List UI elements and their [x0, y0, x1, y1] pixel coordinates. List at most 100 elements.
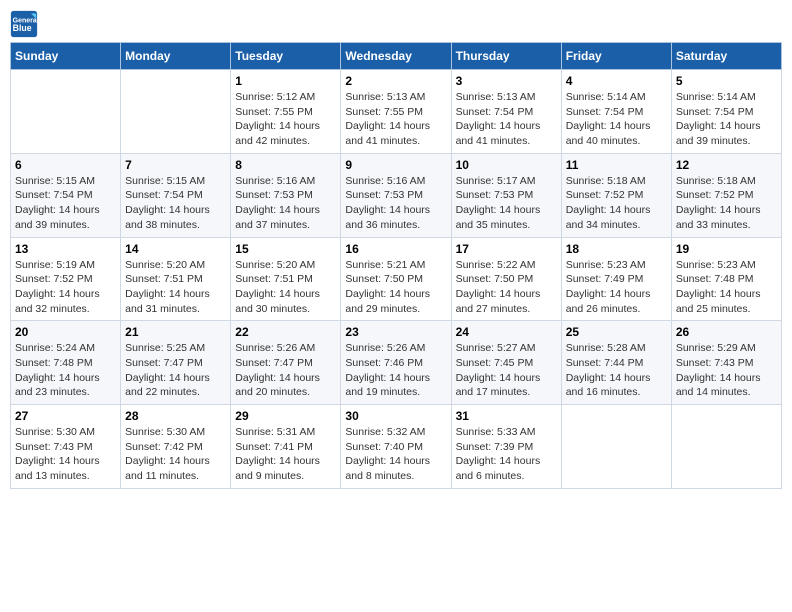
day-number: 22 — [235, 325, 336, 339]
svg-text:Blue: Blue — [13, 23, 32, 33]
day-info: Sunrise: 5:27 AMSunset: 7:45 PMDaylight:… — [456, 341, 557, 400]
calendar-cell: 11 Sunrise: 5:18 AMSunset: 7:52 PMDayligh… — [561, 153, 671, 237]
calendar-cell: 27 Sunrise: 5:30 AMSunset: 7:43 PMDayligh… — [11, 405, 121, 489]
calendar-cell: 22 Sunrise: 5:26 AMSunset: 7:47 PMDayligh… — [231, 321, 341, 405]
day-info: Sunrise: 5:14 AMSunset: 7:54 PMDaylight:… — [676, 90, 777, 149]
day-info: Sunrise: 5:23 AMSunset: 7:49 PMDaylight:… — [566, 258, 667, 317]
day-number: 14 — [125, 242, 226, 256]
day-number: 6 — [15, 158, 116, 172]
week-row-4: 20 Sunrise: 5:24 AMSunset: 7:48 PMDayligh… — [11, 321, 782, 405]
col-header-thursday: Thursday — [451, 43, 561, 70]
day-info: Sunrise: 5:32 AMSunset: 7:40 PMDaylight:… — [345, 425, 446, 484]
day-number: 19 — [676, 242, 777, 256]
day-number: 23 — [345, 325, 446, 339]
day-number: 4 — [566, 74, 667, 88]
day-info: Sunrise: 5:25 AMSunset: 7:47 PMDaylight:… — [125, 341, 226, 400]
day-info: Sunrise: 5:17 AMSunset: 7:53 PMDaylight:… — [456, 174, 557, 233]
day-info: Sunrise: 5:16 AMSunset: 7:53 PMDaylight:… — [235, 174, 336, 233]
day-number: 31 — [456, 409, 557, 423]
day-info: Sunrise: 5:23 AMSunset: 7:48 PMDaylight:… — [676, 258, 777, 317]
day-number: 11 — [566, 158, 667, 172]
calendar-cell: 14Sunrise: 5:20 AMSunset: 7:51 PMDayligh… — [121, 237, 231, 321]
day-info: Sunrise: 5:28 AMSunset: 7:44 PMDaylight:… — [566, 341, 667, 400]
week-row-3: 13 Sunrise: 5:19 AMSunset: 7:52 PMDayligh… — [11, 237, 782, 321]
day-number: 25 — [566, 325, 667, 339]
day-number: 16 — [345, 242, 446, 256]
day-info: Sunrise: 5:14 AMSunset: 7:54 PMDaylight:… — [566, 90, 667, 149]
day-number: 30 — [345, 409, 446, 423]
day-info: Sunrise: 5:19 AMSunset: 7:52 PMDaylight:… — [15, 258, 116, 317]
col-header-wednesday: Wednesday — [341, 43, 451, 70]
day-info: Sunrise: 5:13 AMSunset: 7:55 PMDaylight:… — [345, 90, 446, 149]
day-number: 8 — [235, 158, 336, 172]
calendar-cell: 3 Sunrise: 5:13 AMSunset: 7:54 PMDaylight… — [451, 70, 561, 154]
day-number: 21 — [125, 325, 226, 339]
header-top: General Blue — [10, 10, 782, 38]
calendar-cell: 13 Sunrise: 5:19 AMSunset: 7:52 PMDayligh… — [11, 237, 121, 321]
calendar-cell: 15Sunrise: 5:20 AMSunset: 7:51 PMDayligh… — [231, 237, 341, 321]
day-info: Sunrise: 5:24 AMSunset: 7:48 PMDaylight:… — [15, 341, 116, 400]
day-info: Sunrise: 5:13 AMSunset: 7:54 PMDaylight:… — [456, 90, 557, 149]
week-row-2: 6 Sunrise: 5:15 AMSunset: 7:54 PMDaylight… — [11, 153, 782, 237]
day-info: Sunrise: 5:16 AMSunset: 7:53 PMDaylight:… — [345, 174, 446, 233]
col-header-monday: Monday — [121, 43, 231, 70]
day-number: 1 — [235, 74, 336, 88]
day-number: 18 — [566, 242, 667, 256]
calendar-cell: 17 Sunrise: 5:22 AMSunset: 7:50 PMDayligh… — [451, 237, 561, 321]
calendar-cell: 25 Sunrise: 5:28 AMSunset: 7:44 PMDayligh… — [561, 321, 671, 405]
day-number: 26 — [676, 325, 777, 339]
day-info: Sunrise: 5:18 AMSunset: 7:52 PMDaylight:… — [566, 174, 667, 233]
calendar-cell: 8 Sunrise: 5:16 AMSunset: 7:53 PMDaylight… — [231, 153, 341, 237]
day-number: 5 — [676, 74, 777, 88]
calendar-cell: 10Sunrise: 5:17 AMSunset: 7:53 PMDayligh… — [451, 153, 561, 237]
day-number: 15 — [235, 242, 336, 256]
day-number: 17 — [456, 242, 557, 256]
day-number: 9 — [345, 158, 446, 172]
day-info: Sunrise: 5:30 AMSunset: 7:43 PMDaylight:… — [15, 425, 116, 484]
day-info: Sunrise: 5:12 AMSunset: 7:55 PMDaylight:… — [235, 90, 336, 149]
col-header-saturday: Saturday — [671, 43, 781, 70]
day-number: 13 — [15, 242, 116, 256]
day-info: Sunrise: 5:31 AMSunset: 7:41 PMDaylight:… — [235, 425, 336, 484]
col-header-sunday: Sunday — [11, 43, 121, 70]
day-info: Sunrise: 5:15 AMSunset: 7:54 PMDaylight:… — [15, 174, 116, 233]
day-info: Sunrise: 5:21 AMSunset: 7:50 PMDaylight:… — [345, 258, 446, 317]
day-info: Sunrise: 5:18 AMSunset: 7:52 PMDaylight:… — [676, 174, 777, 233]
day-info: Sunrise: 5:30 AMSunset: 7:42 PMDaylight:… — [125, 425, 226, 484]
calendar-cell: 18 Sunrise: 5:23 AMSunset: 7:49 PMDayligh… — [561, 237, 671, 321]
calendar-cell: 23 Sunrise: 5:26 AMSunset: 7:46 PMDayligh… — [341, 321, 451, 405]
week-row-1: 1 Sunrise: 5:12 AMSunset: 7:55 PMDaylight… — [11, 70, 782, 154]
calendar-cell: 26 Sunrise: 5:29 AMSunset: 7:43 PMDayligh… — [671, 321, 781, 405]
calendar-cell: 7Sunrise: 5:15 AMSunset: 7:54 PMDaylight… — [121, 153, 231, 237]
calendar-cell — [671, 405, 781, 489]
calendar-cell: 1 Sunrise: 5:12 AMSunset: 7:55 PMDaylight… — [231, 70, 341, 154]
day-number: 7 — [125, 158, 226, 172]
day-number: 29 — [235, 409, 336, 423]
calendar-cell: 9 Sunrise: 5:16 AMSunset: 7:53 PMDaylight… — [341, 153, 451, 237]
calendar-table: SundayMondayTuesdayWednesdayThursdayFrid… — [10, 42, 782, 489]
calendar-cell — [561, 405, 671, 489]
day-number: 3 — [456, 74, 557, 88]
day-number: 12 — [676, 158, 777, 172]
day-info: Sunrise: 5:22 AMSunset: 7:50 PMDaylight:… — [456, 258, 557, 317]
day-info: Sunrise: 5:26 AMSunset: 7:47 PMDaylight:… — [235, 341, 336, 400]
calendar-cell: 24Sunrise: 5:27 AMSunset: 7:45 PMDayligh… — [451, 321, 561, 405]
calendar-cell: 6 Sunrise: 5:15 AMSunset: 7:54 PMDaylight… — [11, 153, 121, 237]
calendar-cell: 21 Sunrise: 5:25 AMSunset: 7:47 PMDayligh… — [121, 321, 231, 405]
day-info: Sunrise: 5:29 AMSunset: 7:43 PMDaylight:… — [676, 341, 777, 400]
day-number: 28 — [125, 409, 226, 423]
calendar-cell: 28 Sunrise: 5:30 AMSunset: 7:42 PMDayligh… — [121, 405, 231, 489]
calendar-cell: 5 Sunrise: 5:14 AMSunset: 7:54 PMDaylight… — [671, 70, 781, 154]
calendar-cell: 12 Sunrise: 5:18 AMSunset: 7:52 PMDayligh… — [671, 153, 781, 237]
calendar-cell: 31Sunrise: 5:33 AMSunset: 7:39 PMDayligh… — [451, 405, 561, 489]
calendar-cell: 2Sunrise: 5:13 AMSunset: 7:55 PMDaylight… — [341, 70, 451, 154]
day-number: 20 — [15, 325, 116, 339]
calendar-cell: 20 Sunrise: 5:24 AMSunset: 7:48 PMDayligh… — [11, 321, 121, 405]
col-header-friday: Friday — [561, 43, 671, 70]
day-number: 27 — [15, 409, 116, 423]
calendar-cell: 30 Sunrise: 5:32 AMSunset: 7:40 PMDayligh… — [341, 405, 451, 489]
calendar-cell: 16 Sunrise: 5:21 AMSunset: 7:50 PMDayligh… — [341, 237, 451, 321]
day-info: Sunrise: 5:26 AMSunset: 7:46 PMDaylight:… — [345, 341, 446, 400]
logo: General Blue — [10, 10, 42, 38]
calendar-cell: 4 Sunrise: 5:14 AMSunset: 7:54 PMDaylight… — [561, 70, 671, 154]
